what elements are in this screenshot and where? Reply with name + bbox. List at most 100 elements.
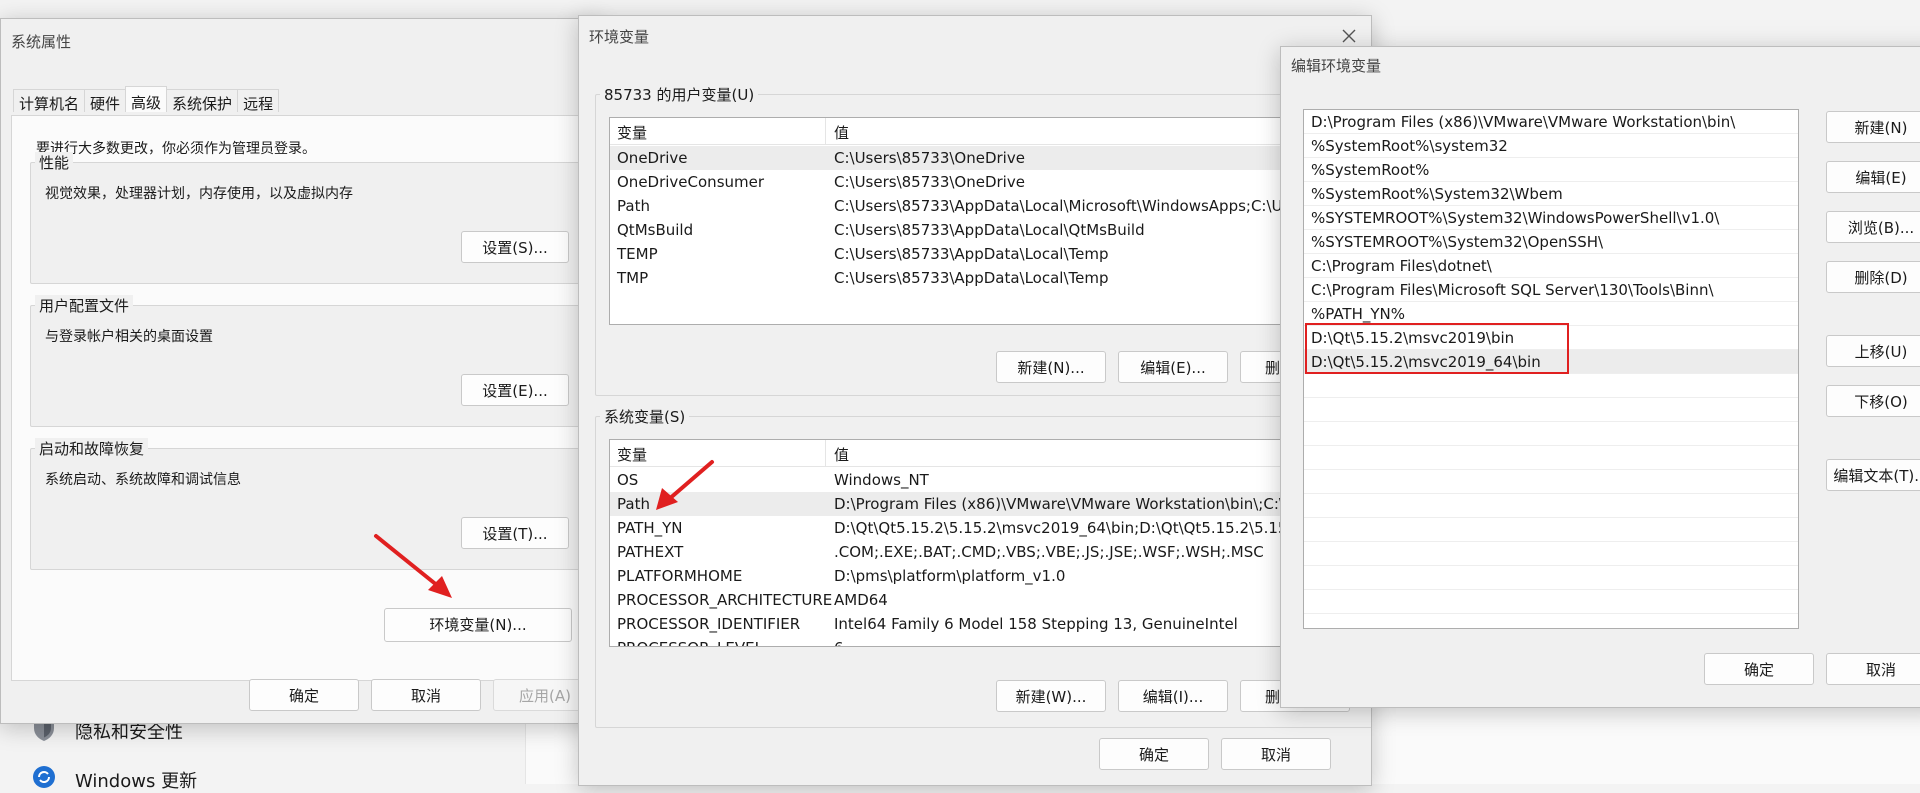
arrow-to-path-variable-icon (656, 460, 714, 510)
environment-variables-window: 环境变量 85733 的用户变量(U) 变量 值 OneDrive C:\User… (578, 15, 1372, 786)
variable-value: C:\Users\85733\AppData\Local\Temp (834, 245, 1109, 263)
list-item[interactable] (1304, 542, 1798, 566)
variable-name: PLATFORMHOME (617, 567, 743, 585)
column-header-variable[interactable]: 变量 (617, 444, 647, 465)
ok-button[interactable]: 确定 (1704, 653, 1814, 685)
table-row[interactable]: PROCESSOR_LEVEL 6 (610, 636, 1371, 646)
variable-value: C:\Users\85733\OneDrive (834, 149, 1025, 167)
move-down-button[interactable]: 下移(O) (1826, 385, 1920, 417)
list-item[interactable] (1304, 470, 1798, 494)
list-item[interactable]: D:\Program Files (x86)\VMware\VMware Wor… (1304, 110, 1798, 134)
list-item[interactable]: %SystemRoot% (1304, 158, 1798, 182)
table-row[interactable]: PROCESSOR_ARCHITECTURE AMD64 (610, 588, 1371, 612)
variable-name: PATHEXT (617, 543, 684, 561)
startup-recovery-desc: 系统启动、系统故障和调试信息 (45, 472, 241, 488)
list-item[interactable] (1304, 518, 1798, 542)
edit-text-button[interactable]: 编辑文本(T)... (1826, 459, 1920, 491)
tab-system-protection[interactable]: 系统保护 (166, 89, 239, 113)
path-entry: %SystemRoot% (1311, 161, 1430, 179)
table-row[interactable]: TEMP C:\Users\85733\AppData\Local\Temp (610, 242, 1371, 266)
delete-button[interactable]: 删除(D) (1826, 261, 1920, 293)
ok-button[interactable]: 确定 (249, 679, 359, 711)
list-item[interactable]: %SYSTEMROOT%\System32\WindowsPowerShell\… (1304, 206, 1798, 230)
edit-button[interactable]: 编辑(E) (1826, 161, 1920, 193)
user-edit-button[interactable]: 编辑(E)... (1118, 351, 1228, 383)
list-item[interactable] (1304, 590, 1798, 614)
system-edit-button[interactable]: 编辑(I)... (1118, 680, 1228, 712)
tab-advanced[interactable]: 高级 (125, 86, 168, 112)
cancel-button[interactable]: 取消 (371, 679, 481, 711)
list-item[interactable] (1304, 374, 1798, 398)
table-row[interactable]: OneDriveConsumer C:\Users\85733\OneDrive (610, 170, 1371, 194)
path-entry: %SystemRoot%\System32\Wbem (1311, 185, 1563, 203)
table-row[interactable]: PATHEXT .COM;.EXE;.BAT;.CMD;.VBS;.VBE;.JS… (610, 540, 1371, 564)
close-icon[interactable] (1341, 28, 1357, 44)
list-item[interactable]: C:\Program Files\dotnet\ (1304, 254, 1798, 278)
ok-button[interactable]: 确定 (1099, 738, 1209, 770)
column-header-value[interactable]: 值 (834, 122, 849, 143)
variable-name: OneDrive (617, 149, 688, 167)
user-variables-list[interactable]: 变量 值 OneDrive C:\Users\85733\OneDrive One… (609, 117, 1371, 325)
cancel-button[interactable]: 取消 (1826, 653, 1920, 685)
list-item[interactable] (1304, 566, 1798, 590)
startup-recovery-group: 启动和故障恢复 系统启动、系统故障和调试信息 设置(T)... (30, 438, 586, 570)
cancel-button[interactable]: 取消 (1221, 738, 1331, 770)
table-row[interactable]: PROCESSOR_IDENTIFIER Intel64 Family 6 Mod… (610, 612, 1371, 636)
list-item[interactable] (1304, 422, 1798, 446)
list-item[interactable] (1304, 398, 1798, 422)
table-row[interactable]: PATH_YN D:\Qt\Qt5.15.2\5.15.2\msvc2019_64… (610, 516, 1371, 540)
startup-recovery-settings-button[interactable]: 设置(T)... (461, 517, 569, 549)
path-entry: %SystemRoot%\system32 (1311, 137, 1508, 155)
table-row[interactable]: Path C:\Users\85733\AppData\Local\Microso… (610, 194, 1371, 218)
environment-variables-button[interactable]: 环境变量(N)... (384, 608, 572, 642)
table-row[interactable]: Path D:\Program Files (x86)\VMware\VMware… (610, 492, 1371, 516)
table-row[interactable]: OneDrive C:\Users\85733\OneDrive (610, 146, 1371, 170)
path-entry: %SYSTEMROOT%\System32\OpenSSH\ (1311, 233, 1604, 251)
tab-hardware[interactable]: 硬件 (84, 89, 127, 113)
windows-update-icon (33, 766, 55, 788)
user-new-button[interactable]: 新建(N)... (996, 351, 1106, 383)
variable-value: Windows_NT (834, 471, 929, 489)
list-item[interactable] (1304, 446, 1798, 470)
user-profiles-settings-button[interactable]: 设置(E)... (461, 374, 569, 406)
advanced-tab-panel: 要进行大多数更改，你必须作为管理员登录。 性能 视觉效果，处理器计划，内存使用，… (11, 115, 589, 681)
column-divider[interactable] (825, 118, 826, 144)
tab-computer-name[interactable]: 计算机名 (13, 89, 86, 113)
variable-value: AMD64 (834, 591, 888, 609)
edit-environment-variable-window: 编辑环境变量 D:\Program Files (x86)\VMware\VMw… (1280, 46, 1920, 708)
variable-name: PATH_YN (617, 519, 683, 537)
list-item[interactable] (1304, 494, 1798, 518)
variable-name: TMP (617, 269, 649, 287)
list-item[interactable]: C:\Program Files\Microsoft SQL Server\13… (1304, 278, 1798, 302)
list-item[interactable]: %SYSTEMROOT%\System32\OpenSSH\ (1304, 230, 1798, 254)
performance-settings-button[interactable]: 设置(S)... (461, 231, 569, 263)
variable-value: D:\Program Files (x86)\VMware\VMware Wor… (834, 495, 1284, 513)
window-title: 环境变量 (589, 28, 650, 46)
column-divider[interactable] (825, 440, 826, 466)
variable-name: Path (617, 495, 650, 513)
highlight-box (1305, 323, 1569, 374)
path-entry: C:\Program Files\dotnet\ (1311, 257, 1492, 275)
table-row[interactable]: PLATFORMHOME D:\pms\platform\platform_v1.… (610, 564, 1371, 588)
table-row[interactable]: TMP C:\Users\85733\AppData\Local\Temp (610, 266, 1371, 290)
admin-note: 要进行大多数更改，你必须作为管理员登录。 (36, 141, 316, 157)
nav-label-update: Windows 更新 (75, 771, 198, 792)
variable-value: 6 (834, 639, 844, 646)
settings-nav-item[interactable]: Windows 更新 (30, 763, 330, 793)
column-header-value[interactable]: 值 (834, 444, 849, 465)
system-new-button[interactable]: 新建(W)... (996, 680, 1106, 712)
tab-remote[interactable]: 远程 (237, 89, 280, 113)
list-item[interactable]: %SystemRoot%\system32 (1304, 134, 1798, 158)
table-row[interactable]: QtMsBuild C:\Users\85733\AppData\Local\Qt… (610, 218, 1371, 242)
variable-name: TEMP (617, 245, 658, 263)
column-header-variable[interactable]: 变量 (617, 122, 647, 143)
list-header: 变量 值 (610, 440, 1371, 467)
variable-value: C:\Users\85733\AppData\Local\Microsoft\W… (834, 197, 1283, 215)
table-row[interactable]: OS Windows_NT (610, 468, 1371, 492)
system-variables-list[interactable]: 变量 值 OS Windows_NT Path D:\Program Files (… (609, 439, 1371, 647)
move-up-button[interactable]: 上移(U) (1826, 335, 1920, 367)
variable-value: D:\pms\platform\platform_v1.0 (834, 567, 1066, 585)
browse-button[interactable]: 浏览(B)... (1826, 211, 1920, 243)
new-button[interactable]: 新建(N) (1826, 111, 1920, 143)
list-item[interactable]: %SystemRoot%\System32\Wbem (1304, 182, 1798, 206)
